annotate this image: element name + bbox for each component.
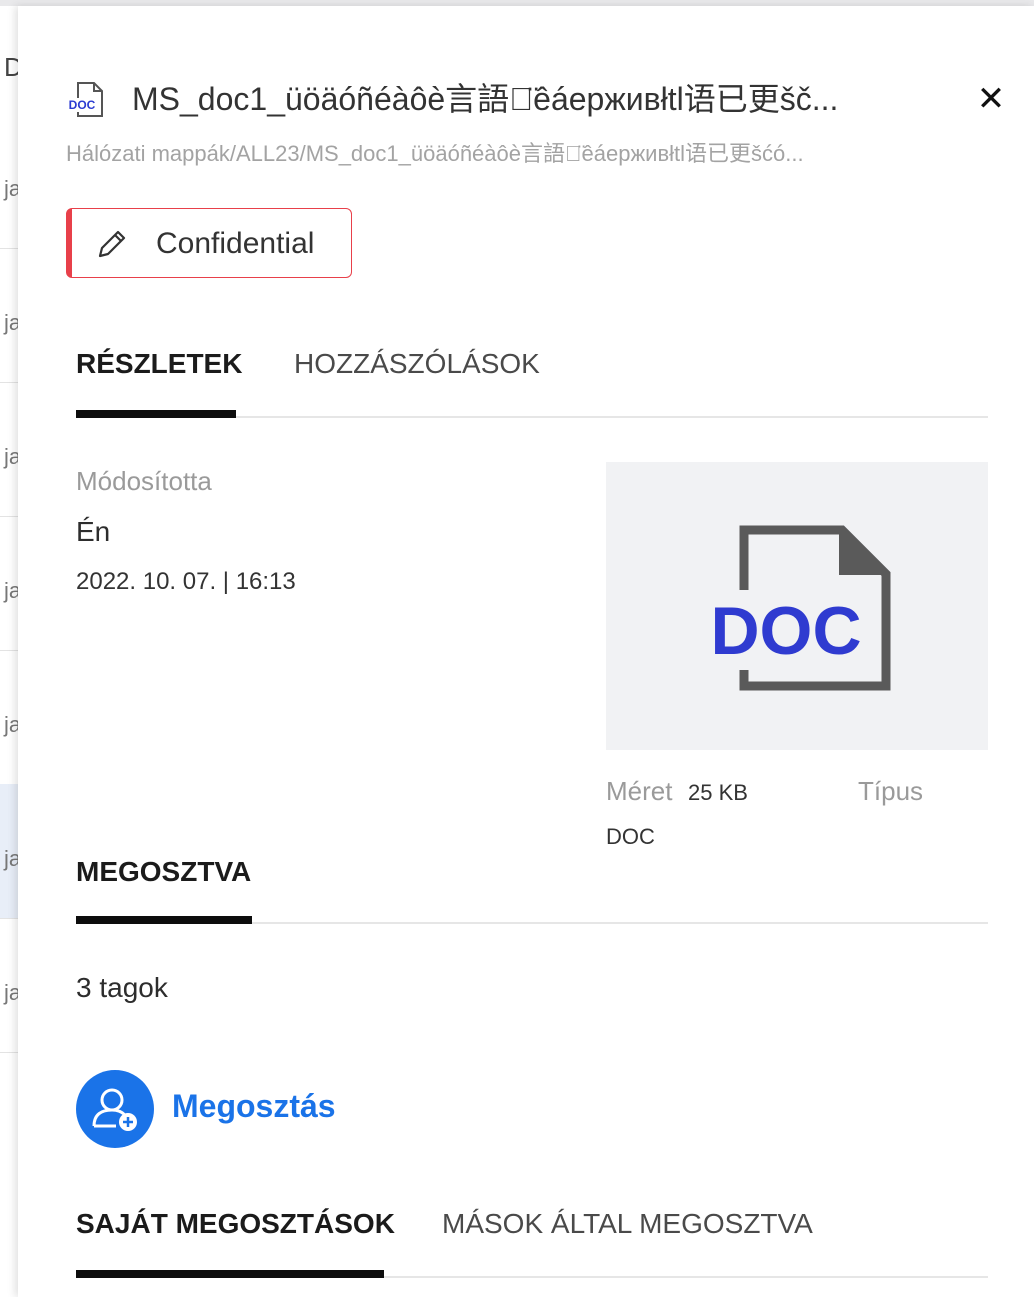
share-tabs: SAJÁT MEGOSZTÁSOK MÁSOK ÁLTAL MEGOSZTVA [76,1200,988,1278]
details-tabs: RÉSZLETEK HOZZÁSZÓLÁSOK [76,340,988,418]
tab-my-shares[interactable]: SAJÁT MEGOSZTÁSOK [76,1208,395,1240]
file-path-breadcrumb[interactable]: Hálózati mappák/ALL23/MS_doc1_üöäóñéàôè言… [66,136,926,168]
doc-preview-icon: DOC [702,525,891,691]
type-label: Típus [858,776,924,806]
file-title: MS_doc1_üöäóñéàôè言語が̈êáерживłtl语已更šč... [132,81,839,117]
shared-heading-underline [76,916,252,924]
type-value: DOC [606,824,655,849]
details-panel: DOC MS_doc1_üöäóñéàôè言語が̈êáерживłtl语已更šč… [18,6,1034,1297]
share-circle[interactable] [76,1070,154,1148]
modified-date: 2022. 10. 07. | 16:13 [76,568,296,595]
modified-by-label: Módosította [76,466,212,496]
shared-section-header: MEGOSZTVA [76,848,988,924]
modified-by-value: Én [76,516,111,547]
tab-shared-by-others[interactable]: MÁSOK ÁLTAL MEGOSZTVA [442,1208,813,1240]
members-count: 3 tagok [76,972,168,1003]
preview-type-text: DOC [710,593,861,669]
share-label[interactable]: Megosztás [172,1088,336,1125]
share-button[interactable]: Megosztás [76,1070,376,1150]
shared-heading: MEGOSZTVA [76,856,252,887]
size-value: 25 KB [688,780,748,805]
tab-comments[interactable]: HOZZÁSZÓLÁSOK [294,348,540,380]
svg-text:DOC: DOC [69,98,96,112]
close-icon[interactable]: ✕ [977,80,1006,118]
tab-details[interactable]: RÉSZLETEK [76,348,242,380]
doc-file-icon: DOC [66,82,103,117]
size-label: Méret [606,776,673,806]
classification-tag-button[interactable]: Confidential [66,208,352,278]
classification-label: Confidential [156,227,315,260]
add-user-icon [92,1088,137,1131]
pencil-icon [98,230,126,258]
file-preview: DOC [606,462,988,750]
close-button[interactable]: ✕ [976,82,1006,116]
panel-header: DOC MS_doc1_üöäóñéàôè言語が̈êáерживłtl语已更šč… [66,74,1016,174]
active-tab-indicator [76,410,236,418]
active-share-tab-indicator [76,1270,384,1278]
